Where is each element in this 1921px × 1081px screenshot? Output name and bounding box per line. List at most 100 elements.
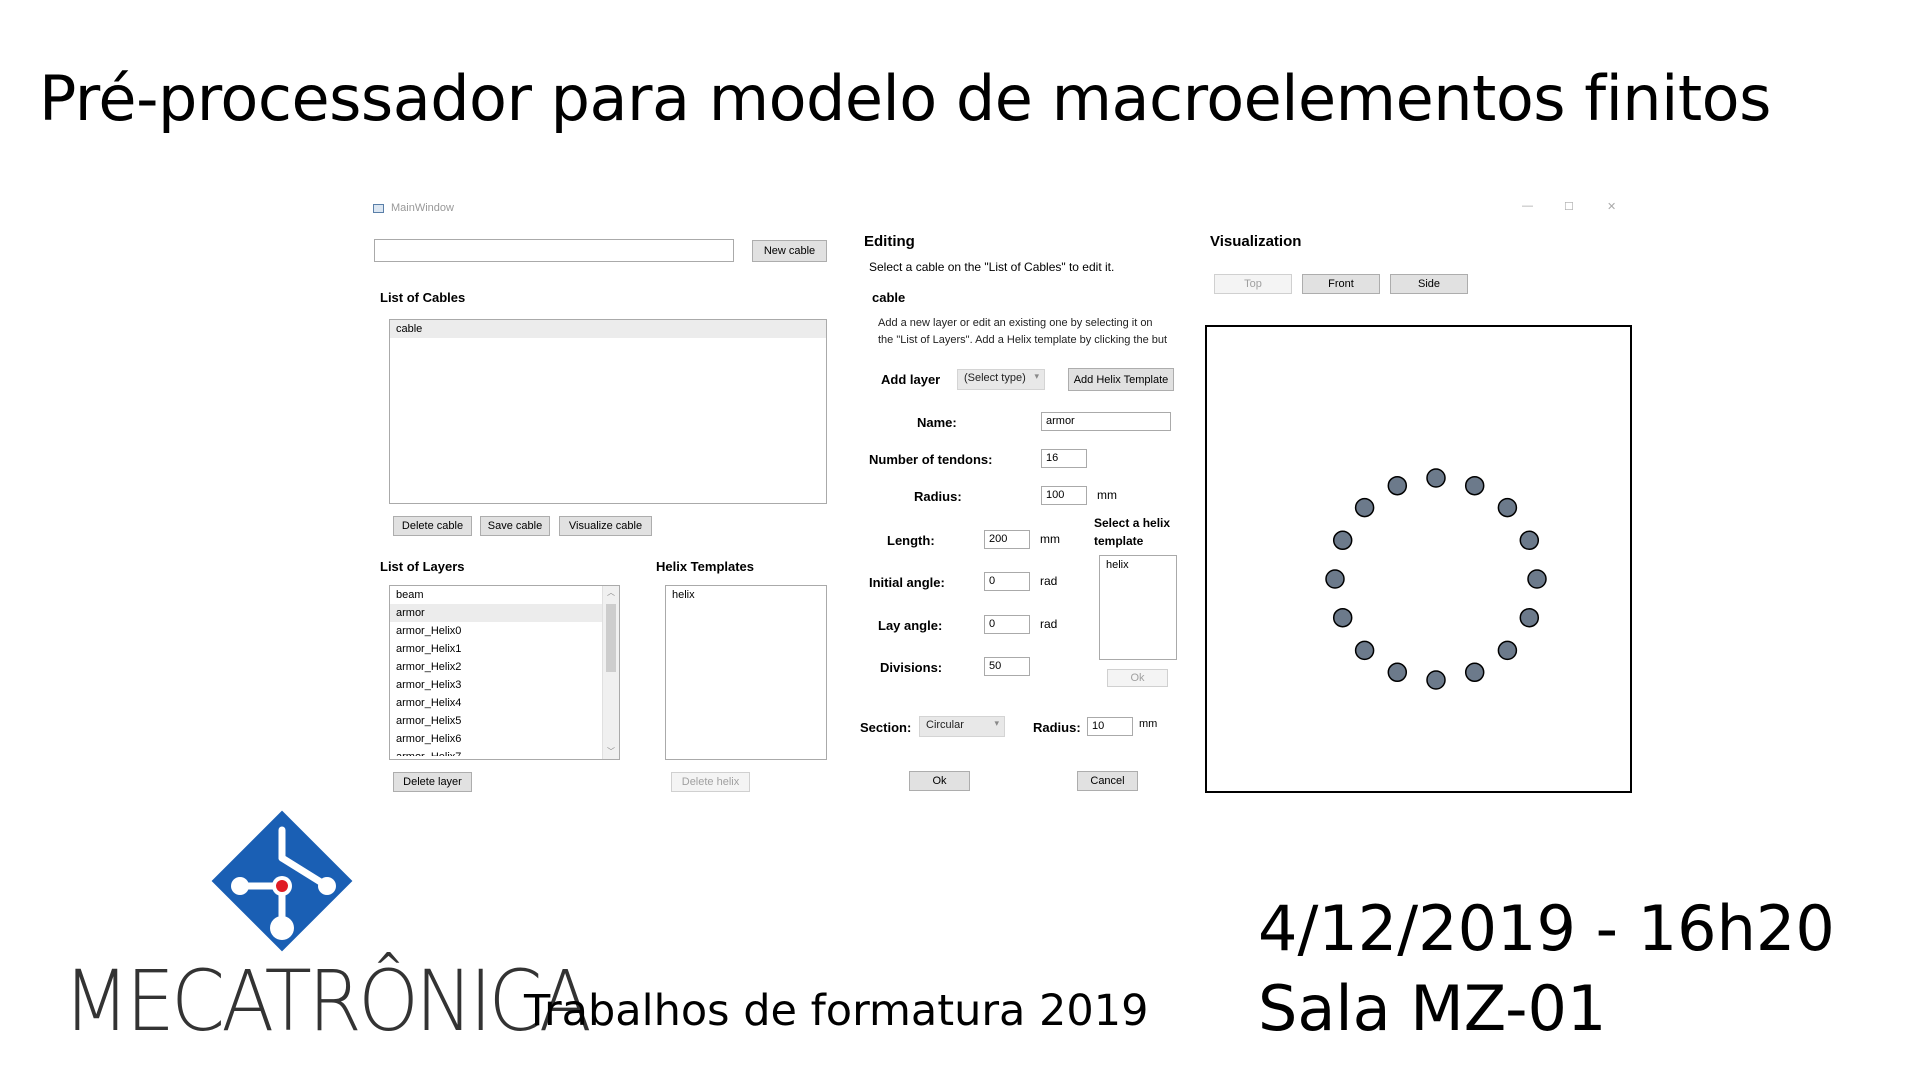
add-helix-template-button[interactable]: Add Helix Template — [1068, 368, 1174, 391]
radius-field[interactable]: 100 — [1041, 486, 1087, 505]
length-unit: mm — [1040, 532, 1060, 546]
section-radius-label: Radius: — [1033, 720, 1081, 735]
chevron-down-icon: ▾ — [994, 718, 999, 728]
new-cable-input[interactable] — [374, 239, 734, 262]
select-helix-label-1: Select a helix — [1094, 516, 1171, 530]
new-cable-button[interactable]: New cable — [752, 240, 827, 262]
view-top-button[interactable]: Top — [1214, 274, 1292, 294]
editing-description-2: the "List of Layers". Add a Helix templa… — [878, 334, 1168, 346]
delete-helix-button[interactable]: Delete helix — [671, 772, 750, 792]
select-helix-list[interactable]: helix — [1099, 555, 1177, 660]
chevron-down-icon[interactable]: ﹀ — [607, 746, 615, 757]
divisions-field[interactable]: 50 — [984, 657, 1030, 676]
tendon-dot — [1519, 607, 1540, 628]
list-item[interactable]: armor_Helix3 — [390, 676, 619, 694]
scrollbar-thumb[interactable] — [606, 604, 616, 672]
visualize-cable-button[interactable]: Visualize cable — [559, 516, 652, 536]
slide-title: Pré-processador para modelo de macroelem… — [39, 62, 1771, 135]
maximize-icon[interactable]: ☐ — [1564, 200, 1574, 213]
editing-description-1: Add a new layer or edit an existing one … — [878, 317, 1153, 329]
add-layer-select[interactable]: (Select type) ▾ — [957, 369, 1045, 390]
tendon-dot — [1497, 497, 1518, 518]
divisions-label: Divisions: — [880, 660, 943, 675]
tendon-dot — [1464, 475, 1485, 496]
tendons-label: Number of tendons: — [869, 452, 993, 467]
add-layer-select-value: (Select type) — [964, 372, 1026, 384]
mecatronica-logo-icon — [211, 810, 353, 952]
list-item[interactable]: armor_Helix6 — [390, 730, 619, 748]
chevron-down-icon: ▾ — [1034, 371, 1039, 381]
layers-list[interactable]: beam armor armor_Helix0 armor_Helix1 arm… — [389, 585, 620, 760]
lay-angle-field[interactable]: 0 — [984, 615, 1030, 634]
editing-title: Editing — [864, 233, 915, 250]
tendon-dot — [1426, 670, 1446, 690]
section-select[interactable]: Circular ▾ — [919, 716, 1005, 737]
ok-button[interactable]: Ok — [909, 771, 970, 791]
initial-angle-label: Initial angle: — [869, 575, 945, 590]
length-field[interactable]: 200 — [984, 530, 1030, 549]
tendon-dot — [1354, 497, 1375, 518]
list-item[interactable]: armor_Helix1 — [390, 640, 619, 658]
delete-layer-button[interactable]: Delete layer — [393, 772, 472, 792]
name-field[interactable]: armor — [1041, 412, 1171, 431]
window-title: MainWindow — [391, 202, 454, 214]
chevron-up-icon[interactable]: ︿ — [607, 587, 615, 598]
list-item[interactable]: armor — [390, 604, 619, 622]
initial-angle-field[interactable]: 0 — [984, 572, 1030, 591]
add-layer-label: Add layer — [881, 372, 941, 387]
layers-scrollbar[interactable]: ︿ ﹀ — [602, 586, 619, 759]
list-item[interactable]: armor_Helix0 — [390, 622, 619, 640]
list-item[interactable]: armor_Helix7 — [390, 748, 619, 756]
list-item[interactable]: armor_Helix4 — [390, 694, 619, 712]
list-item[interactable]: helix — [666, 586, 826, 604]
length-label: Length: — [887, 533, 935, 548]
visualization-title: Visualization — [1210, 233, 1302, 250]
list-of-cables-title: List of Cables — [380, 290, 466, 305]
tendon-dot — [1332, 530, 1353, 551]
tendon-dot — [1332, 607, 1353, 628]
cable-cross-section — [1325, 468, 1547, 690]
lay-angle-label: Lay angle: — [878, 618, 943, 633]
tendon-dot — [1464, 662, 1485, 683]
save-cable-button[interactable]: Save cable — [480, 516, 550, 536]
presentation-date: 4/12/2019 - 16h20 — [1258, 892, 1835, 965]
logo-wordmark: MECATRÔNICA — [63, 952, 592, 1050]
list-item[interactable]: beam — [390, 586, 619, 604]
tendons-field[interactable]: 16 — [1041, 449, 1087, 468]
view-side-button[interactable]: Side — [1390, 274, 1468, 294]
list-item[interactable]: helix — [1100, 556, 1176, 574]
tendon-dot — [1325, 569, 1345, 589]
window-icon — [373, 204, 384, 213]
presentation-room: Sala MZ-01 — [1258, 972, 1607, 1045]
footer-text: Trabalhos de formatura 2019 — [524, 986, 1149, 1036]
tendon-dot — [1426, 468, 1446, 488]
helix-ok-button[interactable]: Ok — [1107, 669, 1168, 687]
section-radius-field[interactable]: 10 — [1087, 717, 1133, 736]
tendon-dot — [1387, 475, 1408, 496]
helix-templates-list[interactable]: helix — [665, 585, 827, 760]
tendon-dot — [1519, 530, 1540, 551]
visualization-canvas[interactable] — [1205, 325, 1632, 793]
name-label: Name: — [917, 415, 957, 430]
editing-hint: Select a cable on the "List of Cables" t… — [869, 260, 1115, 274]
tendon-dot — [1354, 640, 1375, 661]
cancel-button[interactable]: Cancel — [1077, 771, 1138, 791]
cables-list[interactable]: cable — [389, 319, 827, 504]
minimize-icon[interactable]: — — [1522, 200, 1533, 212]
lay-angle-unit: rad — [1040, 617, 1058, 631]
delete-cable-button[interactable]: Delete cable — [393, 516, 472, 536]
editing-cable-name: cable — [872, 290, 906, 305]
list-item[interactable]: armor_Helix5 — [390, 712, 619, 730]
select-helix-label-2: template — [1094, 534, 1144, 548]
helix-templates-title: Helix Templates — [656, 559, 755, 574]
initial-angle-unit: rad — [1040, 574, 1058, 588]
list-item[interactable]: cable — [390, 320, 826, 338]
view-front-button[interactable]: Front — [1302, 274, 1380, 294]
tendon-dot — [1497, 640, 1518, 661]
close-icon[interactable]: ✕ — [1607, 200, 1616, 213]
list-item[interactable]: armor_Helix2 — [390, 658, 619, 676]
tendon-dot — [1527, 569, 1547, 589]
section-label: Section: — [860, 720, 912, 735]
list-of-layers-title: List of Layers — [380, 559, 465, 574]
radius-unit: mm — [1097, 488, 1117, 502]
